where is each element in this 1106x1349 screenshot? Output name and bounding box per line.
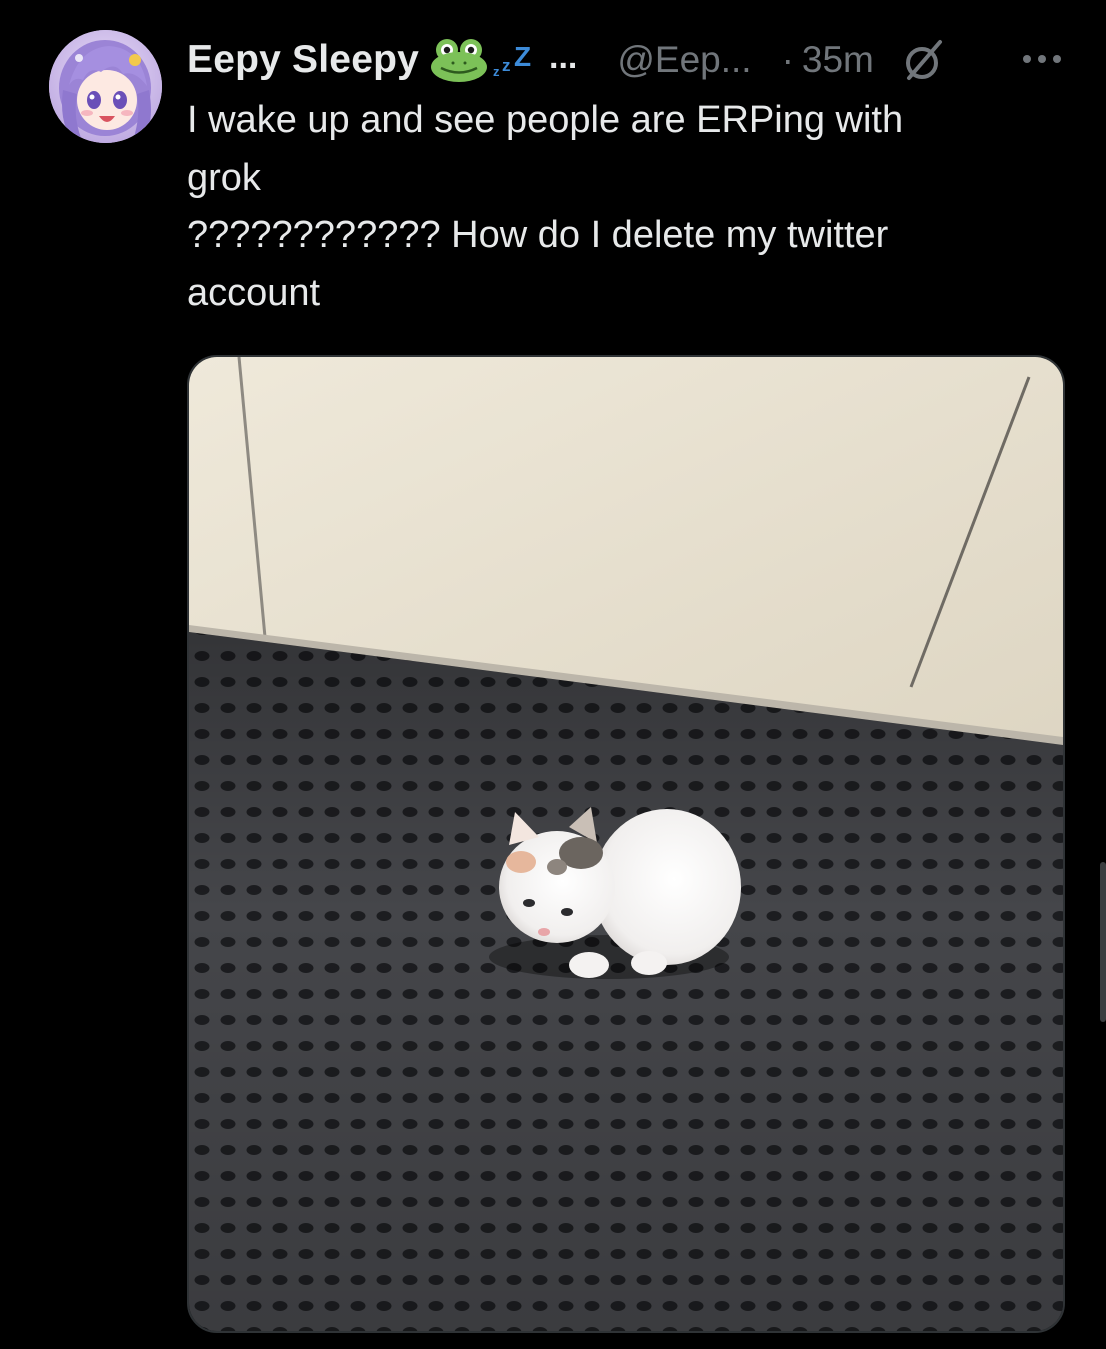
scrollbar[interactable] (1100, 862, 1106, 1022)
avatar-image (49, 30, 162, 143)
tweet[interactable]: Eepy Sleepy z z Z ... @Eep... · 35m I wa… (0, 0, 1106, 1349)
timestamp[interactable]: 35m (802, 39, 874, 81)
more-horizontal-icon[interactable] (1020, 44, 1064, 74)
avatar[interactable] (49, 30, 162, 143)
kitten-video-thumbnail (189, 357, 1063, 1331)
display-name[interactable]: Eepy Sleepy (187, 38, 419, 82)
svg-text:z: z (493, 64, 500, 79)
tweet-media[interactable] (187, 355, 1065, 1333)
grok-icon[interactable] (900, 36, 948, 84)
svg-text:z: z (502, 56, 511, 75)
separator-dot: · (781, 39, 794, 80)
zzz-emoji-icon: z z Z (491, 40, 541, 80)
tweet-header: Eepy Sleepy z z Z ... @Eep... · 35m (187, 30, 1087, 90)
frog-emoji-icon (429, 37, 489, 83)
tweet-text: I wake up and see people are ERPing with… (187, 99, 904, 314)
handle[interactable]: @Eep... (617, 39, 751, 81)
svg-text:Z: Z (514, 41, 531, 72)
name-truncation: ... (549, 37, 578, 76)
